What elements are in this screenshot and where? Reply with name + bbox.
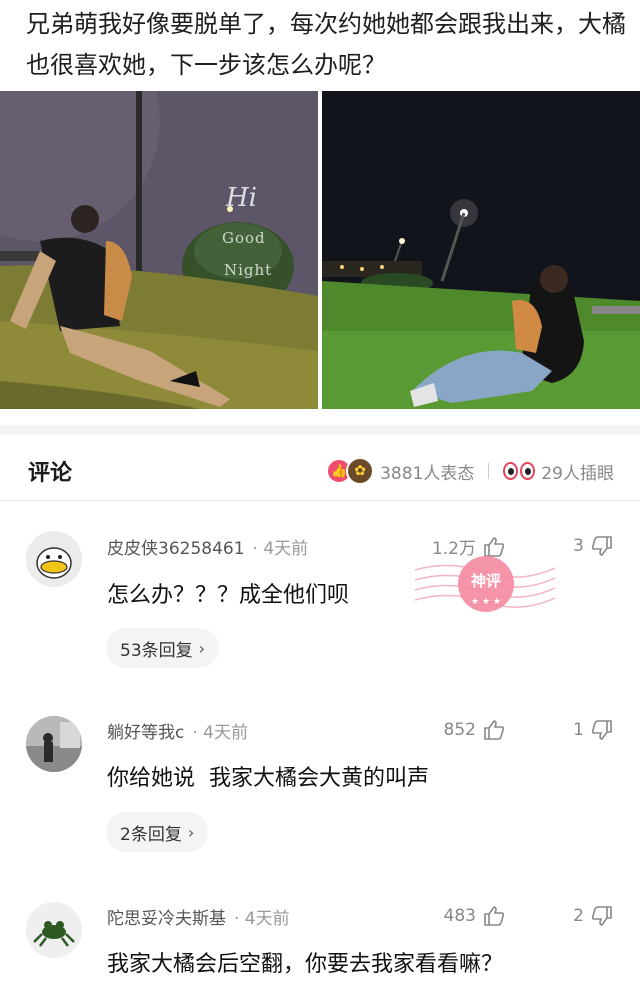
section-divider [0,425,640,435]
photo-avatar-icon[interactable] [26,716,82,772]
thumbs-down-icon [591,536,612,556]
thumbs-up-icon [484,720,505,740]
like-button[interactable]: 1.2万 [432,534,506,559]
comment-username[interactable]: 躺好等我c · 4天前 [107,718,248,743]
comment-text: 怎么办？？？成全他们呗 [107,583,350,608]
like-button[interactable]: 483 [444,904,506,928]
like-count: 1.2万 [431,539,476,559]
comment-username[interactable]: 皮皮侠36258461 · 4天前 [107,534,308,559]
overlay-night-text: Night [224,261,273,279]
chevron-right-icon: › [187,822,195,842]
comment-item: 躺好等我c · 4天前 852 1 你给她说 我家大橘会大黄的叫声 2条回复 › [0,696,640,878]
chevron-right-icon: › [198,638,206,658]
overlay-good-text: Good [222,229,266,247]
like-count: 852 [443,720,476,740]
comment-time: · 4天前 [234,909,290,929]
photo-right-scene [322,91,640,409]
frog-avatar-icon[interactable] [26,902,82,958]
dislike-count: 3 [573,536,584,556]
comment-item: 陀思妥冷夫斯基 · 4天前 483 2 我家大橘会后空翻，你要去我家看看嘛？ [0,878,640,994]
poke-count[interactable]: 29人插眼 [541,459,614,484]
reaction-icons[interactable]: 👍 ✿ [326,457,375,485]
poop-reaction-icon: ✿ [346,457,375,485]
view-replies-button[interactable]: 53条回复 › [106,628,220,668]
reactions-count[interactable]: 3881人表态 [380,459,474,484]
photo-left-scene [0,91,318,409]
post-image-left[interactable]: Hi Good Night [0,91,318,409]
post-text: 兄弟萌我好像要脱单了，每次约她她都会跟我出来，大橘也很喜欢她，下一步该怎么办呢？ [26,10,626,79]
comment-text: 你给她说 我家大橘会大黄的叫声 [107,766,429,791]
comments-title: 评论 [28,461,73,486]
comment-username[interactable]: 陀思妥冷夫斯基 · 4天前 [107,904,290,929]
like-count: 483 [443,906,476,926]
overlay-hi-text: Hi [226,183,257,213]
thumbs-down-icon [591,720,612,740]
dislike-button[interactable]: 1 [573,718,614,742]
comment-time: · 4天前 [192,723,248,743]
comments-stats: 👍 ✿ 3881人表态 29人插眼 [326,457,614,485]
dislike-button[interactable]: 3 [573,534,614,558]
comment-text: 我家大橘会后空翻，你要去我家看看嘛？ [107,952,504,977]
post-image-right[interactable] [322,91,640,409]
duck-avatar-icon[interactable] [26,531,82,587]
dislike-count: 2 [573,906,584,926]
dislike-button[interactable]: 2 [573,904,614,928]
thumbs-up-icon [484,536,505,557]
like-button[interactable]: 852 [444,718,506,742]
stats-divider [488,463,490,479]
dislike-count: 1 [573,720,584,740]
thumbs-down-icon [591,906,612,926]
comments-header: 评论 👍 ✿ 3881人表态 29人插眼 [0,435,640,501]
view-replies-button[interactable]: 2条回复 › [106,812,209,852]
comment-item: 皮皮侠36258461 · 4天前 1.2万 3 怎么办？？？成全他们呗 53条回… [0,501,640,696]
thumbs-up-icon [484,906,505,926]
eyes-icon [503,462,536,480]
comment-time: · 4天前 [252,539,309,559]
